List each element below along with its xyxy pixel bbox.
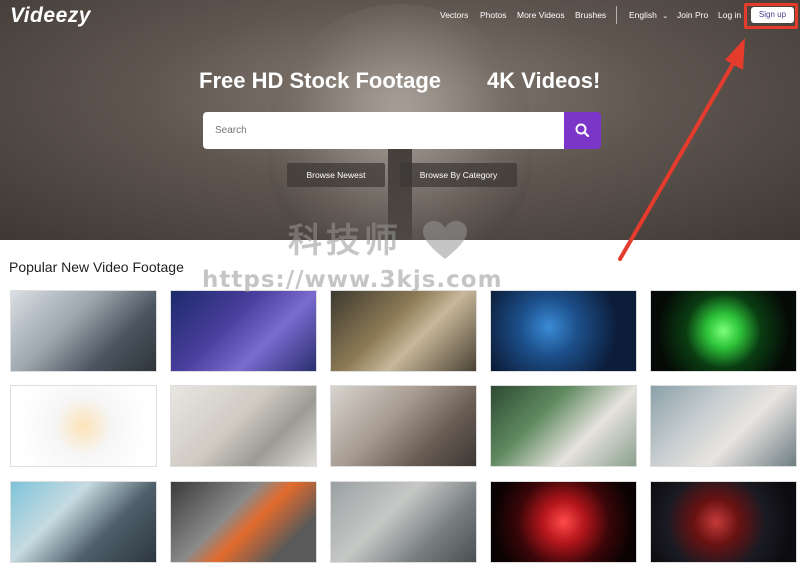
section-title: Popular New Video Footage xyxy=(9,259,184,275)
hero-title-main: Free HD Stock Footage xyxy=(199,68,442,93)
browse-by-category-button[interactable]: Browse By Category xyxy=(400,163,517,187)
signup-button[interactable]: Sign up xyxy=(751,7,794,23)
login-link[interactable]: Log in xyxy=(718,10,741,20)
nav-brushes[interactable]: Brushes xyxy=(575,10,606,20)
videezy-logo[interactable]: Videezy xyxy=(10,4,91,28)
video-thumbnail-digital-globe[interactable] xyxy=(650,481,797,563)
video-thumbnail-woman-mask[interactable] xyxy=(650,385,797,467)
language-selector[interactable]: English ⌄ xyxy=(629,10,668,20)
search-icon xyxy=(575,123,590,138)
video-thumbnail-lab-microscope[interactable] xyxy=(10,290,157,372)
video-thumbnail-lab-glassware[interactable] xyxy=(170,290,317,372)
chevron-down-icon: ⌄ xyxy=(662,13,669,20)
video-thumbnail-virus-red[interactable] xyxy=(490,481,637,563)
video-thumbnail-woman-laptop[interactable] xyxy=(490,385,637,467)
video-thumbnail-online-shopping[interactable] xyxy=(10,385,157,467)
video-thumbnail-gloved-hand[interactable] xyxy=(170,481,317,563)
nav-vectors[interactable]: Vectors xyxy=(440,10,468,20)
video-thumbnail-water-splash[interactable] xyxy=(330,481,477,563)
video-thumbnail-man-on-sofa[interactable] xyxy=(330,385,477,467)
nav-divider xyxy=(616,6,617,24)
video-thumbnail-green-sphere[interactable] xyxy=(650,290,797,372)
language-label: English xyxy=(629,10,657,20)
nav-photos[interactable]: Photos xyxy=(480,10,506,20)
hero-title-4k: 4K Videos! xyxy=(487,68,601,93)
video-thumbnail-stressed-man[interactable] xyxy=(10,481,157,563)
search-input[interactable] xyxy=(203,112,565,149)
join-pro-link[interactable]: Join Pro xyxy=(677,10,708,20)
browse-newest-button[interactable]: Browse Newest xyxy=(287,163,385,187)
video-thumbnail-laptop-desk[interactable] xyxy=(170,385,317,467)
nav-more-videos[interactable]: More Videos xyxy=(517,10,565,20)
search-button[interactable] xyxy=(564,112,601,149)
video-thumbnail-virus-blue[interactable] xyxy=(490,290,637,372)
video-thumbnail-laboratory[interactable] xyxy=(330,290,477,372)
